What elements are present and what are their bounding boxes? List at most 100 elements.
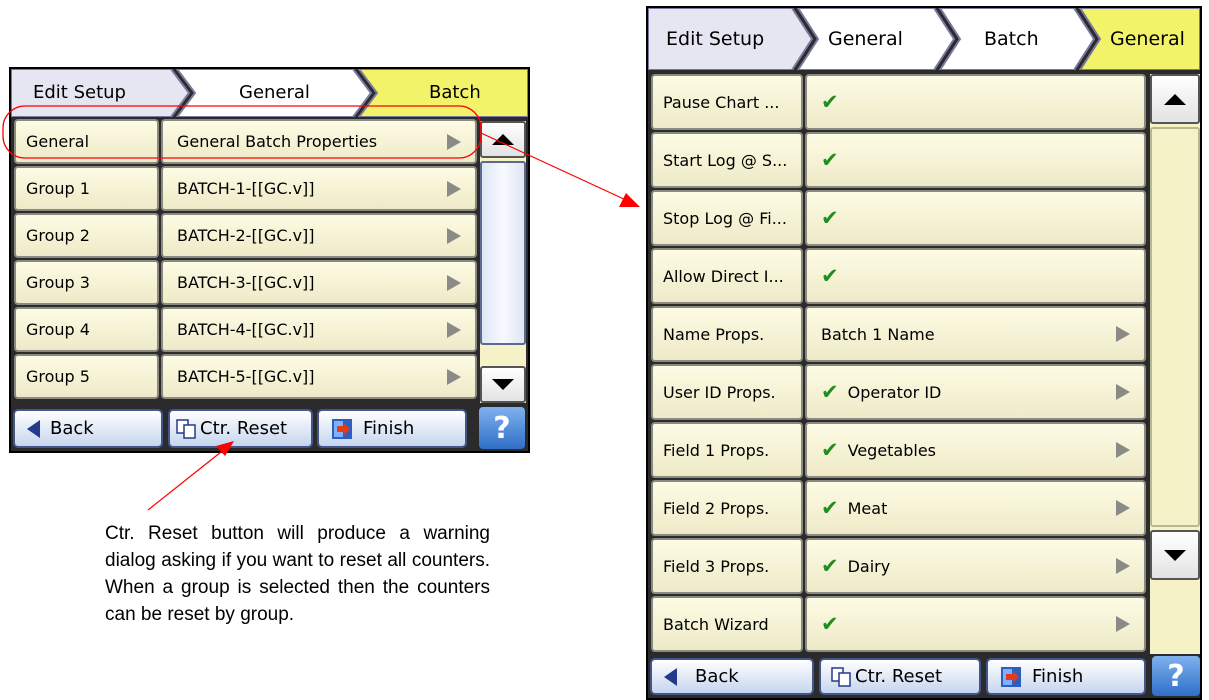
breadcrumb-general-active[interactable]: General [1110, 8, 1185, 70]
row-label[interactable]: Field 1 Props. [651, 422, 803, 478]
breadcrumb-batch[interactable]: Batch [429, 69, 481, 117]
row-label[interactable]: User ID Props. [651, 364, 803, 420]
list-row[interactable]: Field 3 Props. ✔ Dairy [651, 538, 1146, 594]
chevron-right-icon [447, 274, 461, 291]
row-label[interactable]: Batch Wizard [651, 596, 803, 652]
back-button[interactable]: Back [13, 409, 163, 448]
scroll-down-button[interactable] [480, 366, 526, 403]
row-label[interactable]: Group 5 [14, 354, 159, 399]
row-value[interactable]: ✔ Dairy [805, 538, 1146, 594]
chevron-right-icon [447, 227, 461, 244]
row-value[interactable]: General Batch Properties [161, 119, 477, 164]
row-label[interactable]: Group 1 [14, 166, 159, 211]
down-arrow-icon [1164, 549, 1186, 561]
help-button[interactable]: ? [479, 407, 525, 449]
breadcrumb-general[interactable]: General [239, 69, 310, 117]
row-value[interactable]: Batch 1 Name [805, 306, 1146, 362]
row-value[interactable]: BATCH-5-[[GC.v]] [161, 354, 477, 399]
help-icon: ? [1167, 658, 1185, 694]
check-icon: ✔ [821, 380, 839, 404]
row-value[interactable]: ✔ [805, 596, 1146, 652]
row-value[interactable]: ✔ Vegetables [805, 422, 1146, 478]
list-row[interactable]: Group 2 BATCH-2-[[GC.v]] [14, 213, 477, 258]
row-label[interactable]: Pause Chart ... [651, 74, 803, 130]
back-button[interactable]: Back [650, 658, 814, 695]
row-value-text: Operator ID [847, 382, 942, 402]
left-screen: Edit Setup General Batch General General … [9, 67, 530, 453]
list-row[interactable]: Pause Chart ... ✔ [651, 74, 1146, 130]
list-row[interactable]: Field 2 Props. ✔ Meat [651, 480, 1146, 536]
back-label: Back [50, 418, 94, 439]
chevron-right-icon [1116, 558, 1130, 574]
ctr-reset-label: Ctr. Reset [855, 666, 943, 687]
list-row[interactable]: General General Batch Properties [14, 119, 477, 164]
list-row[interactable]: Group 3 BATCH-3-[[GC.v]] [14, 260, 477, 305]
row-label[interactable]: Field 2 Props. [651, 480, 803, 536]
breadcrumb-batch[interactable]: Batch [984, 8, 1039, 70]
row-value[interactable]: BATCH-3-[[GC.v]] [161, 260, 477, 305]
row-value[interactable]: ✔ [805, 190, 1146, 246]
check-icon: ✔ [821, 206, 839, 230]
callout-arrowhead [619, 193, 640, 207]
up-arrow-icon [492, 134, 514, 145]
row-value[interactable]: BATCH-2-[[GC.v]] [161, 213, 477, 258]
scroll-up-button[interactable] [480, 121, 526, 158]
row-label[interactable]: Start Log @ S... [651, 132, 803, 188]
counter-reset-icon [831, 666, 851, 687]
row-label[interactable]: Group 3 [14, 260, 159, 305]
row-label[interactable]: Field 3 Props. [651, 538, 803, 594]
row-value-text: Dairy [847, 556, 891, 576]
list-row[interactable]: Allow Direct I... ✔ [651, 248, 1146, 304]
row-label[interactable]: Group 4 [14, 307, 159, 352]
row-label[interactable]: Stop Log @ Fi... [651, 190, 803, 246]
ctr-reset-label: Ctr. Reset [200, 418, 288, 439]
list-row[interactable]: Group 1 BATCH-1-[[GC.v]] [14, 166, 477, 211]
breadcrumb: Edit Setup General Batch [11, 69, 528, 117]
row-value[interactable]: ✔ [805, 132, 1146, 188]
list-row[interactable]: Group 4 BATCH-4-[[GC.v]] [14, 307, 477, 352]
callout-caption: Ctr. Reset button will produce a warning… [105, 523, 490, 625]
chevron-right-icon [1116, 442, 1130, 458]
row-value[interactable]: ✔ [805, 74, 1146, 130]
row-value[interactable]: BATCH-1-[[GC.v]] [161, 166, 477, 211]
row-value[interactable]: BATCH-4-[[GC.v]] [161, 307, 477, 352]
finish-button[interactable]: Finish [986, 658, 1146, 695]
row-label[interactable]: Group 2 [14, 213, 159, 258]
chevron-right-icon [1116, 616, 1130, 632]
scroll-up-button[interactable] [1150, 74, 1200, 124]
row-value[interactable]: ✔ [805, 248, 1146, 304]
scroll-thumb[interactable] [480, 161, 526, 345]
scroll-down-button[interactable] [1150, 530, 1200, 580]
row-label[interactable]: Allow Direct I... [651, 248, 803, 304]
row-value-text: BATCH-4-[[GC.v]] [177, 320, 315, 339]
check-icon: ✔ [821, 496, 839, 520]
list-row[interactable]: User ID Props. ✔ Operator ID [651, 364, 1146, 420]
breadcrumb-general[interactable]: General [828, 8, 903, 70]
row-value[interactable]: ✔ Meat [805, 480, 1146, 536]
check-icon: ✔ [821, 612, 839, 636]
help-button[interactable]: ? [1152, 656, 1200, 696]
scrollbar[interactable] [1150, 74, 1200, 654]
finish-button[interactable]: Finish [317, 409, 467, 448]
list-row[interactable]: Group 5 BATCH-5-[[GC.v]] [14, 354, 477, 399]
list-row[interactable]: Batch Wizard ✔ [651, 596, 1146, 652]
check-icon: ✔ [821, 264, 839, 288]
list-row[interactable]: Start Log @ S... ✔ [651, 132, 1146, 188]
list-row[interactable]: Stop Log @ Fi... ✔ [651, 190, 1146, 246]
scrollbar[interactable] [480, 121, 526, 403]
breadcrumb-edit-setup[interactable]: Edit Setup [33, 69, 126, 117]
row-value[interactable]: ✔ Operator ID [805, 364, 1146, 420]
chevron-right-icon [447, 133, 461, 150]
breadcrumb-edit-setup[interactable]: Edit Setup [666, 8, 764, 70]
list-row[interactable]: Field 1 Props. ✔ Vegetables [651, 422, 1146, 478]
scroll-thumb[interactable] [1150, 127, 1200, 527]
back-arrow-icon [27, 419, 40, 438]
back-label: Back [695, 666, 739, 687]
check-icon: ✔ [821, 90, 839, 114]
chevron-right-icon [1116, 500, 1130, 516]
row-label[interactable]: Name Props. [651, 306, 803, 362]
ctr-reset-button[interactable]: Ctr. Reset [168, 409, 313, 448]
row-label[interactable]: General [14, 119, 159, 164]
ctr-reset-button[interactable]: Ctr. Reset [819, 658, 981, 695]
list-row[interactable]: Name Props. Batch 1 Name [651, 306, 1146, 362]
